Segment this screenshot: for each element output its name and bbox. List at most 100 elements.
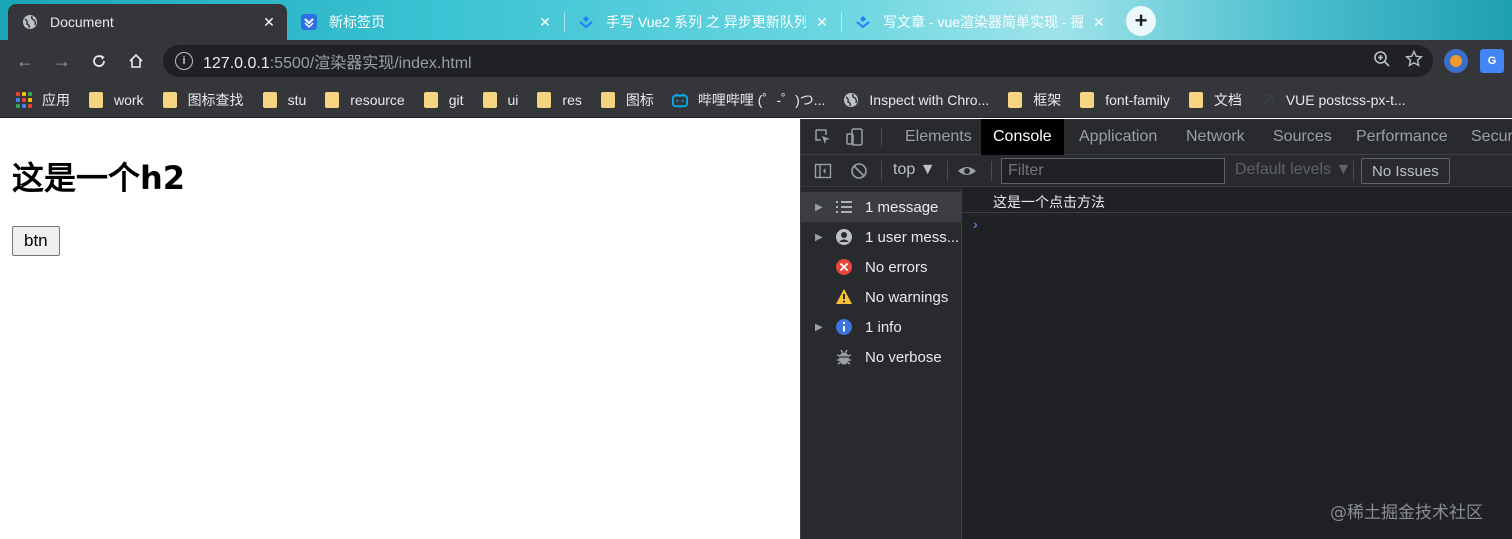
eye-icon[interactable] <box>957 161 977 181</box>
divider <box>881 161 882 181</box>
bilibili-icon <box>671 92 688 108</box>
divider <box>947 161 948 181</box>
folder-icon <box>324 91 340 108</box>
tab-title: Document <box>50 14 114 30</box>
tab-application[interactable]: Application <box>1067 119 1169 155</box>
globe-icon <box>843 92 859 108</box>
globe-icon <box>22 14 38 30</box>
bookmark-work[interactable]: work <box>88 91 144 108</box>
expand-arrow-icon[interactable]: ▶ <box>815 232 831 243</box>
close-icon[interactable]: ✕ <box>814 14 830 30</box>
info-icon <box>835 318 853 336</box>
folder-icon <box>162 91 178 108</box>
page-heading: 这是一个h2 <box>12 159 186 197</box>
forward-arrow-icon[interactable]: → <box>49 48 75 74</box>
issues-button[interactable]: No Issues <box>1361 158 1450 184</box>
devtools-tab-bar: Elements Console Application Network Sou… <box>801 119 1512 155</box>
console-sidebar: ▶ 1 message ▶ 1 user mess... No errors N… <box>801 188 962 539</box>
context-selector[interactable]: top ▼ <box>893 161 936 179</box>
tab-elements[interactable]: Elements <box>893 119 984 155</box>
close-icon[interactable]: ✕ <box>537 14 553 30</box>
bookmark-framework[interactable]: 框架 <box>1007 90 1061 110</box>
tab-document[interactable]: Document ✕ <box>8 4 287 40</box>
tab-title: 写文章 - vue渲染器简单实现 - 掘 <box>883 14 1083 30</box>
bookmark-icon-search[interactable]: 图标查找 <box>162 90 244 110</box>
tab-performance[interactable]: Performance <box>1344 119 1460 155</box>
divider <box>881 127 882 147</box>
home-icon[interactable] <box>123 48 149 74</box>
tab-strip: Document ✕ 新标签页 ✕ 手写 Vue2 系列 之 异步更新队列 ✕ … <box>0 0 1512 40</box>
bookmark-vue-postcss[interactable]: VUE postcss-px-t... <box>1260 92 1406 108</box>
bookmark-resource[interactable]: resource <box>324 91 405 108</box>
apps-grid-icon <box>16 91 32 108</box>
tab-network[interactable]: Network <box>1174 119 1257 155</box>
back-arrow-icon[interactable]: ← <box>12 48 38 74</box>
zoom-icon[interactable] <box>1373 50 1391 73</box>
site-info-icon[interactable]: i <box>175 52 193 70</box>
watermark: @稀土掘金技术社区 <box>1330 503 1483 523</box>
log-levels-dropdown[interactable]: Default levels ▼ <box>1235 161 1351 179</box>
expand-arrow-icon[interactable]: ▶ <box>815 322 831 333</box>
bookmark-git[interactable]: git <box>423 91 464 108</box>
close-icon[interactable]: ✕ <box>1091 14 1107 30</box>
sidebar-item-info[interactable]: ▶ 1 info <box>801 312 962 342</box>
tab-vue2-series[interactable]: 手写 Vue2 系列 之 异步更新队列 ✕ <box>564 4 840 40</box>
console-toolbar: top ▼ Default levels ▼ No Issues <box>801 155 1512 187</box>
folder-icon <box>88 91 104 108</box>
juejin-icon <box>855 14 871 30</box>
folder-icon <box>482 91 498 108</box>
browser-window: Document ✕ 新标签页 ✕ 手写 Vue2 系列 之 异步更新队列 ✕ … <box>0 0 1512 539</box>
bookmark-bilibili[interactable]: 哔哩哔哩 (゜-゜)つ... <box>671 90 825 110</box>
bookmark-apps[interactable]: 应用 <box>16 90 70 110</box>
sidebar-toggle-icon[interactable] <box>813 161 833 181</box>
console-prompt[interactable]: › <box>973 216 978 232</box>
expand-arrow-icon[interactable]: ▶ <box>815 202 831 213</box>
console-log-message: 这是一个点击方法 <box>963 188 1512 213</box>
browser-toolbar: ← → i 127.0.0.1:5500/渲染器实现/index.html G <box>0 40 1512 82</box>
tab-security[interactable]: Securi <box>1459 119 1512 155</box>
warning-icon <box>835 288 853 306</box>
tab-sources[interactable]: Sources <box>1261 119 1344 155</box>
folder-icon <box>1079 91 1095 108</box>
reload-icon[interactable] <box>86 48 112 74</box>
sidebar-item-user-messages[interactable]: ▶ 1 user mess... <box>801 222 962 252</box>
sidebar-item-verbose[interactable]: No verbose <box>801 342 962 372</box>
filter-input[interactable] <box>1001 158 1225 184</box>
address-bar[interactable]: i 127.0.0.1:5500/渲染器实现/index.html <box>163 45 1433 77</box>
arrow-icon <box>1260 92 1276 108</box>
tab-new-tab-page[interactable]: 新标签页 ✕ <box>287 4 563 40</box>
sidebar-item-messages[interactable]: ▶ 1 message <box>801 192 962 222</box>
bug-icon <box>835 348 853 366</box>
translate-icon[interactable]: G <box>1480 49 1504 73</box>
user-icon <box>835 228 853 246</box>
bookmark-stu[interactable]: stu <box>262 91 306 108</box>
divider <box>1353 161 1354 181</box>
folder-icon <box>262 91 278 108</box>
sidebar-item-warnings[interactable]: No warnings <box>801 282 962 312</box>
bookmark-res[interactable]: res <box>536 91 582 108</box>
clear-console-icon[interactable] <box>849 161 869 181</box>
tab-title: 手写 Vue2 系列 之 异步更新队列 <box>606 14 806 30</box>
bookmark-icons[interactable]: 图标 <box>600 90 654 110</box>
bookmark-docs[interactable]: 文档 <box>1188 90 1242 110</box>
bookmark-ui[interactable]: ui <box>482 91 518 108</box>
new-tab-button[interactable]: + <box>1126 6 1156 36</box>
device-toolbar-icon[interactable] <box>845 127 865 147</box>
bookmark-font-family[interactable]: font-family <box>1079 91 1170 108</box>
star-icon[interactable] <box>1404 49 1424 73</box>
tab-write-article[interactable]: 写文章 - vue渲染器简单实现 - 掘 ✕ <box>841 4 1117 40</box>
tab-console[interactable]: Console <box>981 119 1064 155</box>
inspect-element-icon[interactable] <box>813 127 833 147</box>
btn-button[interactable]: btn <box>12 226 60 256</box>
page-viewport: 这是一个h2 btn <box>0 119 800 539</box>
close-icon[interactable]: ✕ <box>261 14 277 30</box>
extension-avatar-icon[interactable] <box>1444 49 1468 73</box>
folder-icon <box>536 91 552 108</box>
tab-title: 新标签页 <box>329 14 385 30</box>
sidebar-item-errors[interactable]: No errors <box>801 252 962 282</box>
folder-icon <box>423 91 439 108</box>
console-output: 这是一个点击方法 › <box>963 188 1512 539</box>
bookmark-inspect[interactable]: Inspect with Chro... <box>843 92 989 108</box>
folder-icon <box>1007 91 1023 108</box>
folder-icon <box>600 91 616 108</box>
